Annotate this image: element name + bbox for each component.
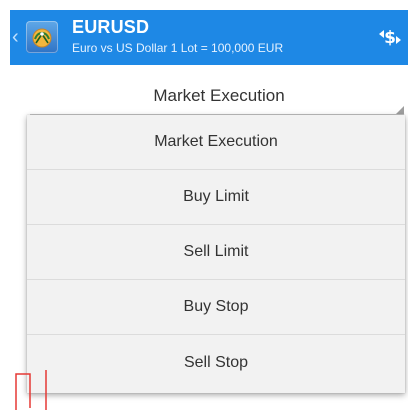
dropdown-option-market-execution[interactable]: Market Execution bbox=[27, 115, 405, 170]
price-chart-fragment bbox=[10, 362, 70, 410]
dropdown-option-buy-stop[interactable]: Buy Stop bbox=[27, 280, 405, 335]
symbol-title: EURUSD bbox=[72, 17, 150, 37]
order-type-value: Market Execution bbox=[153, 86, 285, 105]
symbol-description: Euro vs US Dollar 1 Lot = 100,000 EUR bbox=[72, 41, 284, 55]
order-type-dropdown: Market Execution Buy Limit Sell Limit Bu… bbox=[27, 115, 405, 393]
order-screen: ‹ EURUSD Euro vs US Dollar 1 Lot = 100,0… bbox=[0, 0, 408, 410]
dropdown-corner-icon bbox=[396, 106, 404, 114]
dropdown-option-sell-limit[interactable]: Sell Limit bbox=[27, 225, 405, 280]
chevron-left-icon[interactable]: ‹ bbox=[12, 26, 22, 48]
svg-text:$: $ bbox=[384, 28, 396, 48]
trade-icon[interactable]: $ bbox=[376, 24, 404, 50]
metatrader-app-icon bbox=[26, 21, 58, 53]
symbol-header: ‹ EURUSD Euro vs US Dollar 1 Lot = 100,0… bbox=[10, 10, 408, 65]
dropdown-option-sell-stop[interactable]: Sell Stop bbox=[27, 335, 405, 390]
dropdown-option-buy-limit[interactable]: Buy Limit bbox=[27, 170, 405, 225]
order-type-select[interactable]: Market Execution bbox=[30, 78, 408, 118]
